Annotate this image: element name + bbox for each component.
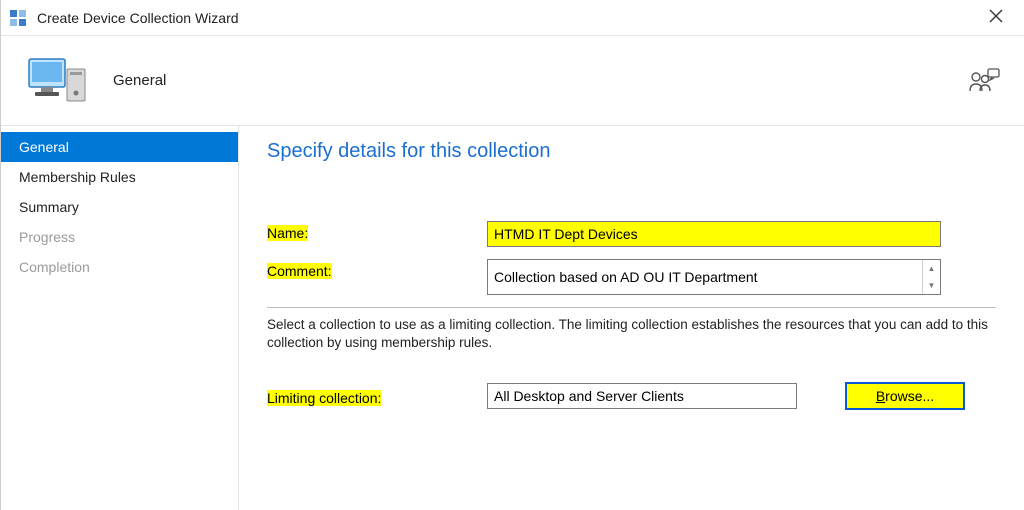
- header-step-name: General: [113, 72, 166, 89]
- sidebar-item-general[interactable]: General: [1, 132, 238, 162]
- users-speech-icon: [968, 67, 1000, 95]
- name-input[interactable]: [487, 221, 941, 247]
- name-label: Name:: [267, 221, 487, 241]
- separator: [267, 307, 996, 308]
- comment-label: Comment:: [267, 259, 487, 279]
- limiting-collection-input[interactable]: [487, 383, 797, 409]
- sidebar-item-summary[interactable]: Summary: [1, 192, 238, 222]
- comment-scroll-down[interactable]: ▼: [923, 277, 940, 294]
- limiting-help-text: Select a collection to use as a limiting…: [267, 316, 996, 352]
- wizard-steps-sidebar: General Membership Rules Summary Progres…: [1, 126, 239, 510]
- comment-input[interactable]: [488, 260, 922, 294]
- sidebar-item-completion: Completion: [1, 252, 238, 282]
- limiting-collection-label: Limiting collection:: [267, 386, 487, 406]
- close-button[interactable]: [976, 7, 1016, 28]
- app-icon: [9, 9, 27, 27]
- sidebar-item-progress: Progress: [1, 222, 238, 252]
- wizard-icon: [25, 53, 89, 109]
- sidebar-item-membership-rules[interactable]: Membership Rules: [1, 162, 238, 192]
- page-title: Specify details for this collection: [267, 140, 996, 163]
- comment-scroll-up[interactable]: ▲: [923, 260, 940, 277]
- window-title: Create Device Collection Wizard: [37, 10, 976, 26]
- browse-button[interactable]: Browse...: [845, 382, 965, 410]
